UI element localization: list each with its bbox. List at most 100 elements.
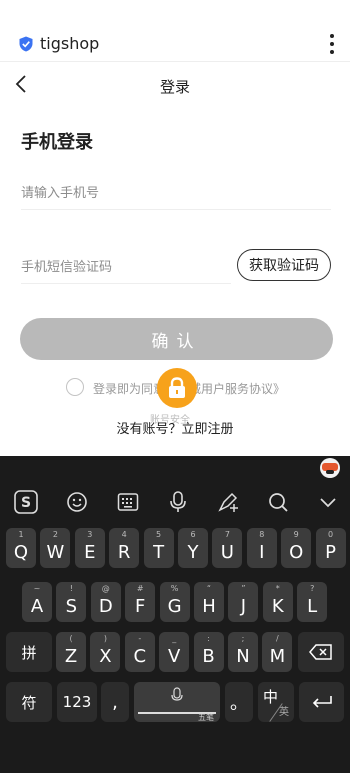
key-x-label: X [99,645,112,667]
period-key-label: 。 [230,693,248,714]
pinyin-key-label: 拼 [21,643,37,662]
space-key[interactable]: 五笔 [134,682,220,722]
key-m-alt: / [276,634,279,643]
key-w[interactable]: 2W [40,528,71,568]
key-t-alt: 5 [156,530,162,539]
key-f[interactable]: # F [125,582,156,622]
comma-key-label: , [112,691,118,713]
key-b[interactable]: :B [193,632,224,672]
key-n-alt: ; [241,634,245,643]
key-r[interactable]: 4R [109,528,140,568]
voice-input-icon[interactable] [166,490,190,514]
emoji-icon[interactable] [65,490,89,514]
lock-icon[interactable] [157,368,197,408]
confirm-button[interactable]: 确认 [20,318,333,360]
app-name: tigshop [40,34,100,53]
key-b-alt: : [207,634,210,643]
key-n[interactable]: ; N [228,632,258,672]
keyboard-mascot-icon[interactable] [320,458,340,478]
get-code-button[interactable]: 获取验证码 [237,249,331,281]
key-d-alt: @ [101,584,110,593]
key-e[interactable]: 3E [74,528,105,568]
key-x-alt: ) [103,634,107,643]
key-o[interactable]: 9O [281,528,312,568]
key-j[interactable]: ” J [228,582,259,622]
soft-keyboard: S 1 Q 2 W 3 E 4 R 5 T 6 Y 7 U 8 I 9 O 0 P ~ A! S @ D # F% G “H” J * K? L… [0,456,350,773]
key-i-label: I [259,541,265,563]
key-z[interactable]: (Z [56,632,86,672]
enter-key[interactable] [299,682,344,722]
key-y-label: Y [187,541,199,563]
space-mic-icon [171,687,183,701]
key-p[interactable]: 0P [315,528,346,568]
shield-check-icon [19,36,33,52]
lang-main: 中 [263,688,279,706]
key-h[interactable]: “H [194,582,224,622]
key-s-alt: ! [69,584,73,593]
padlock-icon [169,377,185,398]
key-u-alt: 7 [224,530,230,539]
key-g[interactable]: % G [159,582,190,622]
key-a-label: A [30,595,44,617]
key-w-alt: 2 [52,530,58,539]
language-switch-key[interactable]: 中英 [258,682,294,722]
pinyin-key[interactable]: 拼 [6,632,52,672]
key-j-label: J [240,595,247,617]
key-u-label: U [220,541,234,563]
symbol-key[interactable]: 符 [6,682,52,722]
key-b-label: B [202,645,215,667]
key-m-label: M [269,645,286,667]
key-y[interactable]: 6Y [178,528,208,568]
period-key[interactable]: 。 [225,682,253,722]
key-o-alt: 9 [293,530,299,539]
nav-bar: 登录 [0,62,350,108]
keyboard-icon[interactable] [116,490,140,514]
key-c-label: C [133,645,147,667]
key-t[interactable]: 5T [143,528,174,568]
key-y-alt: 6 [190,530,196,539]
handwriting-icon[interactable] [216,490,240,514]
sms-code-input[interactable]: 手机短信验证码 [21,250,231,284]
key-q-alt: 1 [18,530,24,539]
number-key[interactable]: 123 [57,682,97,722]
comma-key[interactable]: , [101,682,129,722]
key-x[interactable]: ) X [90,632,121,672]
key-q[interactable]: 1Q [6,528,36,568]
key-l-label: L [307,595,318,617]
key-m[interactable]: / M [262,632,293,672]
form-title: 手机登录 [21,132,93,153]
key-i-alt: 8 [259,530,265,539]
phone-placeholder: 请输入手机号 [21,186,100,201]
key-a[interactable]: ~ A [22,582,52,622]
keyboard-toolbar: S [0,484,350,520]
agreement-checkbox[interactable] [66,378,84,396]
backspace-icon [309,644,332,660]
key-s-label: S [65,595,78,617]
key-k[interactable]: * K [262,582,293,622]
more-menu-icon[interactable] [328,34,336,54]
chevron-down-icon[interactable] [316,490,340,514]
register-link[interactable]: 没有账号？立即注册 [0,418,350,437]
backspace-key[interactable] [298,632,344,672]
key-h-alt: “ [206,584,212,593]
key-s[interactable]: ! S [56,582,87,622]
key-q-label: Q [13,541,29,563]
key-v[interactable]: _ V [159,632,190,672]
key-z-label: Z [64,645,78,667]
key-v-alt: _ [172,634,177,643]
key-u[interactable]: 7U [212,528,243,568]
space-label: 五笔 [198,713,214,722]
key-o-label: O [289,541,304,563]
phone-input[interactable]: 请输入手机号 [21,176,331,210]
sms-code-placeholder: 手机短信验证码 [21,260,113,275]
key-l[interactable]: ? L [297,582,328,622]
key-c[interactable]: -C [124,632,155,672]
sogou-logo-icon[interactable]: S [14,490,38,514]
search-icon[interactable] [266,490,290,514]
key-g-alt: % [170,584,179,593]
key-d[interactable]: @ D [90,582,121,622]
key-w-label: W [46,541,65,563]
enter-icon [312,696,332,708]
key-h-label: H [202,595,216,617]
key-i[interactable]: 8I [246,528,277,568]
